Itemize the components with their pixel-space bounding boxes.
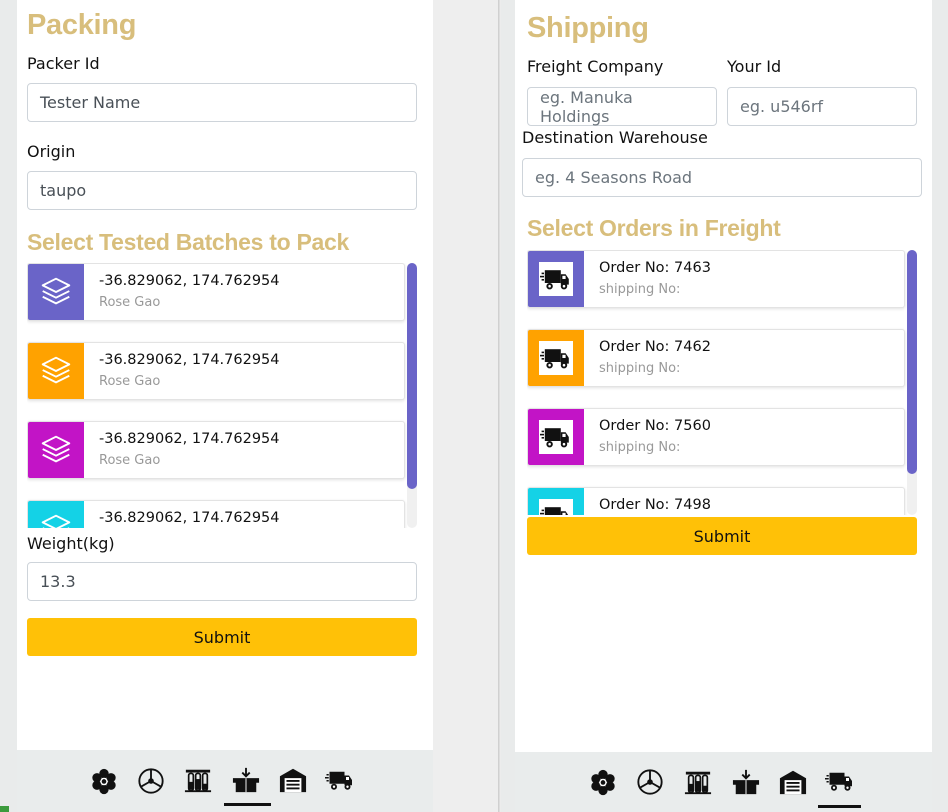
batch-card[interactable]: -36.829062, 174.762954 Rose Gao (27, 421, 405, 479)
window-divider-shadow (498, 0, 501, 812)
steering-wheel-icon[interactable] (136, 766, 166, 796)
truck-icon (540, 421, 572, 453)
active-tab-indicator (818, 805, 861, 808)
shipping-number: shipping No: (599, 282, 681, 297)
batch-swatch (28, 343, 84, 399)
truck-icon (540, 263, 572, 295)
batch-swatch (28, 501, 84, 528)
batch-coords: -36.829062, 174.762954 (99, 431, 280, 447)
order-number: Order No: 7463 (599, 260, 711, 276)
corner-mark (0, 806, 9, 812)
batch-coords: -36.829062, 174.762954 (99, 273, 280, 289)
batch-owner: Rose Gao (99, 374, 161, 389)
shipping-number: shipping No: (599, 440, 681, 455)
order-list[interactable]: Order No: 7463 shipping No: Order No: 74… (527, 250, 919, 515)
freight-company-label: Freight Company (527, 57, 664, 76)
order-swatch (528, 409, 584, 465)
order-swatch (528, 251, 584, 307)
batch-swatch (28, 264, 84, 320)
batches-heading: Select Tested Batches to Pack (27, 229, 349, 255)
truck-icon (540, 500, 572, 515)
packing-submit-button[interactable]: Submit (27, 618, 417, 656)
freight-company-input[interactable]: eg. Manuka Holdings (527, 87, 717, 126)
order-card[interactable]: Order No: 7498 (527, 487, 905, 515)
truck-icon[interactable] (325, 765, 355, 795)
order-swatch (528, 330, 584, 386)
flower-icon[interactable] (89, 766, 119, 796)
layers-icon (37, 510, 75, 528)
window-divider (433, 0, 500, 812)
batch-card[interactable]: -36.829062, 174.762954 Rose Gao (27, 342, 405, 400)
your-id-input[interactable]: eg. u546rf (727, 87, 917, 126)
order-card[interactable]: Order No: 7560 shipping No: (527, 408, 905, 466)
batch-owner: Rose Gao (99, 453, 161, 468)
warehouse-icon[interactable] (778, 767, 808, 797)
order-number: Order No: 7462 (599, 339, 711, 355)
origin-label: Origin (27, 142, 76, 161)
layers-icon (37, 273, 75, 311)
weight-label: Weight(kg) (27, 534, 115, 553)
packing-box-icon[interactable] (231, 765, 261, 795)
batch-list[interactable]: -36.829062, 174.762954 Rose Gao -36.8290… (27, 263, 419, 528)
order-scrollbar[interactable] (907, 250, 917, 515)
truck-icon (540, 342, 572, 374)
page-title: Packing (27, 9, 137, 41)
shipping-submit-button[interactable]: Submit (527, 517, 917, 555)
packing-panel: Packing Packer Id Tester Name Origin tau… (17, 0, 433, 812)
bottom-nav (515, 752, 932, 812)
batch-coords: -36.829062, 174.762954 (99, 352, 280, 368)
test-tubes-icon[interactable] (183, 765, 213, 795)
active-tab-indicator (224, 803, 271, 806)
your-id-label: Your Id (727, 57, 782, 76)
destination-label: Destination Warehouse (522, 128, 708, 147)
batch-owner: Rose Gao (99, 295, 161, 310)
layers-icon (37, 352, 75, 390)
bottom-nav (17, 750, 433, 812)
packer-id-input[interactable]: Tester Name (27, 83, 417, 122)
test-tubes-icon[interactable] (683, 767, 713, 797)
batch-card[interactable]: -36.829062, 174.762954 Rose Gao (27, 263, 405, 321)
destination-input[interactable]: eg. 4 Seasons Road (522, 158, 922, 197)
weight-input[interactable]: 13.3 (27, 562, 417, 601)
batch-card[interactable]: -36.829062, 174.762954 (27, 500, 405, 528)
batch-swatch (28, 422, 84, 478)
order-scroll-thumb[interactable] (907, 250, 917, 474)
flower-icon[interactable] (588, 767, 618, 797)
warehouse-icon[interactable] (278, 765, 308, 795)
shipping-panel: Shipping Freight Company Your Id eg. Man… (515, 0, 932, 812)
steering-wheel-icon[interactable] (635, 767, 665, 797)
order-number: Order No: 7560 (599, 418, 711, 434)
page-title: Shipping (527, 12, 649, 44)
order-card[interactable]: Order No: 7463 shipping No: (527, 250, 905, 308)
origin-input[interactable]: taupo (27, 171, 417, 210)
layers-icon (37, 431, 75, 469)
order-number: Order No: 7498 (599, 497, 711, 513)
batch-coords: -36.829062, 174.762954 (99, 510, 280, 526)
order-swatch (528, 488, 584, 515)
batch-scroll-thumb[interactable] (407, 263, 417, 489)
packing-box-icon[interactable] (731, 767, 761, 797)
shipping-number: shipping No: (599, 361, 681, 376)
truck-icon[interactable] (825, 766, 855, 796)
order-card[interactable]: Order No: 7462 shipping No: (527, 329, 905, 387)
batch-scrollbar[interactable] (407, 263, 417, 528)
orders-heading: Select Orders in Freight (527, 215, 781, 241)
packer-id-label: Packer Id (27, 54, 100, 73)
